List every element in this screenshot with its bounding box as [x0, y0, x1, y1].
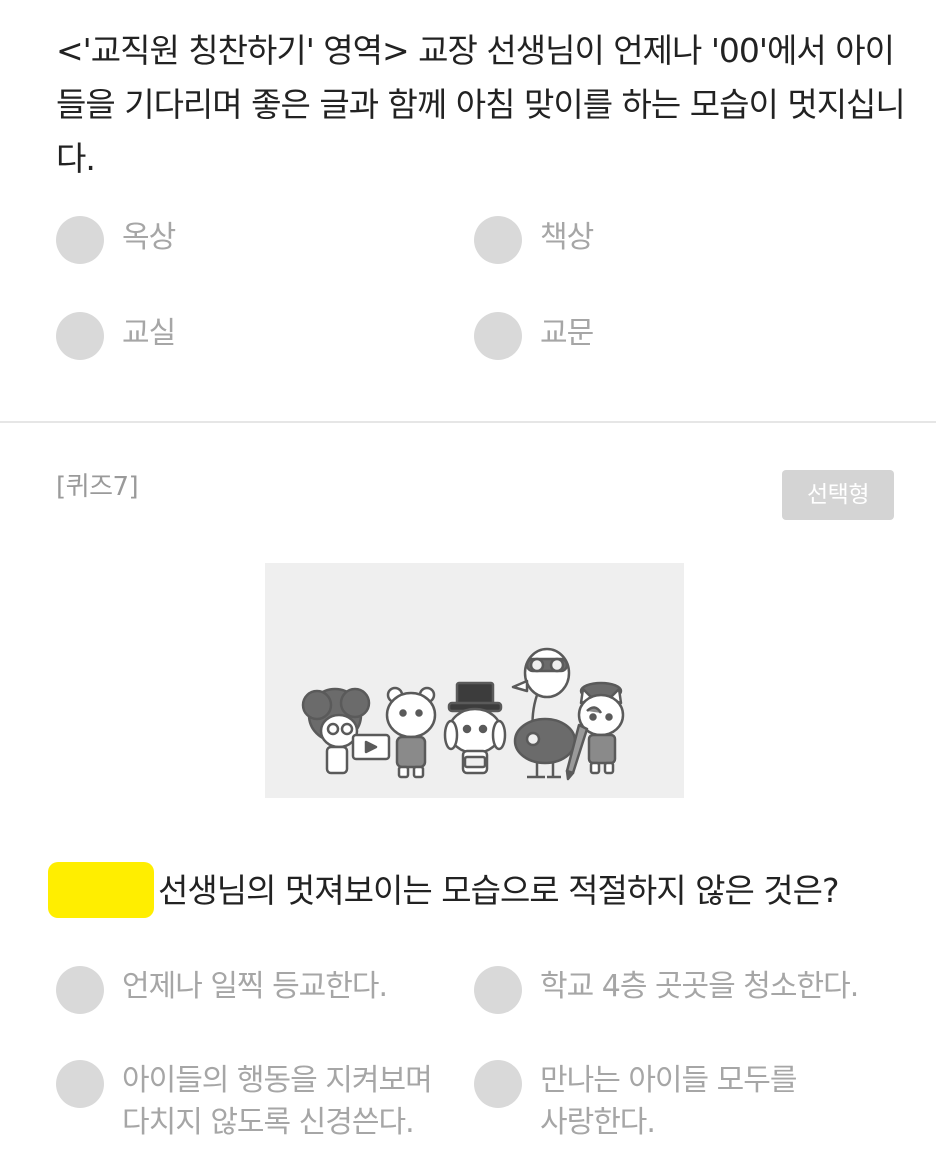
character-illustration: [265, 563, 684, 798]
option-label: 만나는 아이들 모두를 사랑한다.: [540, 1063, 797, 1140]
curly-hair-character: [301, 687, 391, 775]
option-label: 교문: [540, 316, 594, 351]
radio-button[interactable]: [56, 1060, 104, 1108]
option-2[interactable]: 책상: [474, 216, 594, 264]
radio-button[interactable]: [474, 966, 522, 1014]
quiz-type-badge: 선택형: [782, 470, 894, 520]
radio-button[interactable]: [474, 312, 522, 360]
character-illustration-icon: [301, 647, 625, 781]
option-label: 아이들의 행동을 지켜보며 다치지 않도록 신경쓴다.: [122, 1063, 433, 1140]
quiz7-option-3[interactable]: 아이들의 행동을 지켜보며 다치지 않도록 신경쓴다.: [56, 1060, 433, 1144]
option-label: 책상: [540, 220, 594, 255]
quiz7-option-1[interactable]: 언제나 일찍 등교한다.: [56, 966, 388, 1014]
quiz7-option-4[interactable]: 만나는 아이들 모두를 사랑한다.: [474, 1060, 797, 1144]
bird-character: [511, 647, 577, 779]
cat-character: [565, 681, 625, 781]
option-label: 언제나 일찍 등교한다.: [122, 969, 388, 1004]
bear-character: [385, 686, 437, 779]
option-label: 교실: [122, 316, 176, 351]
question-text: <'교직원 칭찬하기' 영역> 교장 선생님이 언제나 '00'에서 아이들을 …: [56, 31, 906, 178]
option-label: 옥상: [122, 220, 176, 255]
quiz-number: [퀴즈7]: [56, 472, 139, 502]
section-divider: [0, 421, 936, 423]
tophat-character: [443, 681, 507, 775]
radio-button[interactable]: [474, 1060, 522, 1108]
radio-button[interactable]: [56, 216, 104, 264]
quiz-question-text: 선생님의 멋져보이는 모습으로 적절하지 않은 것은?: [158, 871, 840, 910]
option-label: 학교 4층 곳곳을 청소한다.: [540, 969, 859, 1004]
radio-button[interactable]: [56, 312, 104, 360]
blank-highlight: [48, 862, 154, 918]
option-1[interactable]: 옥상: [56, 216, 176, 264]
radio-button[interactable]: [474, 216, 522, 264]
quiz7-option-2[interactable]: 학교 4층 곳곳을 청소한다.: [474, 966, 859, 1014]
option-3[interactable]: 교실: [56, 312, 176, 360]
option-4[interactable]: 교문: [474, 312, 594, 360]
radio-button[interactable]: [56, 966, 104, 1014]
